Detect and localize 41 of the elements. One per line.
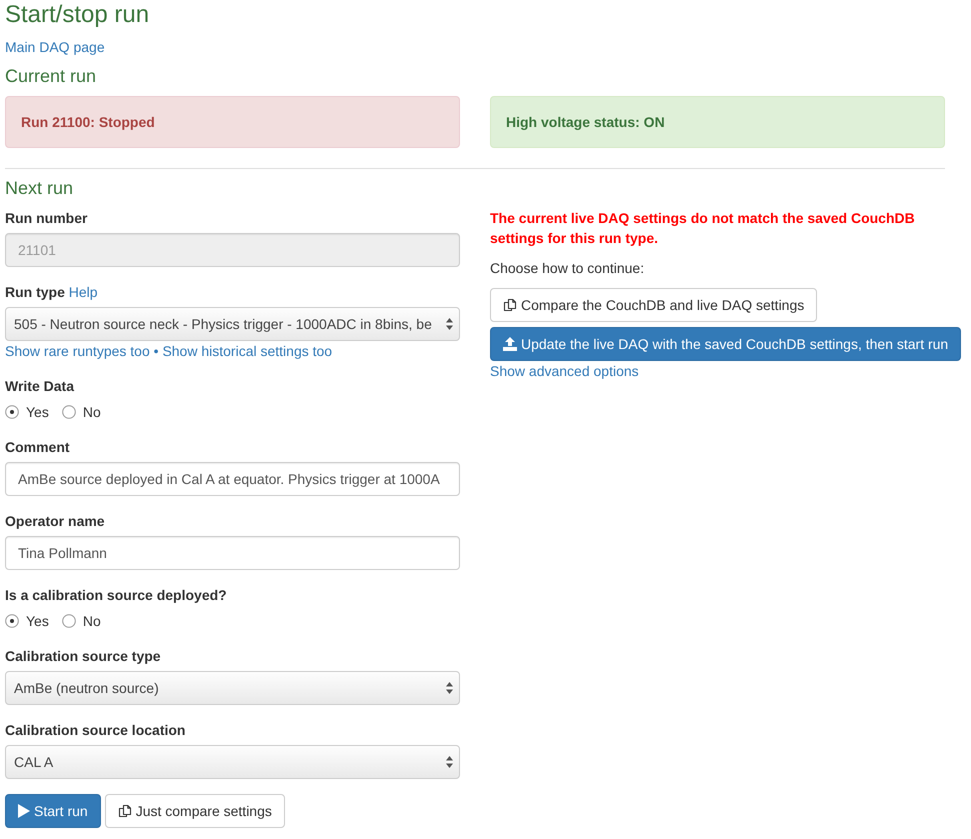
input-field[interactable]: AmBe source deployed in Cal A at equator. Physics trigger at 1000A xyxy=(5,462,460,496)
section-heading: Current run xyxy=(5,66,98,86)
option-link[interactable]: Show historical settings too xyxy=(162,343,332,359)
radio-option[interactable]: Yes xyxy=(5,611,49,631)
section-heading: Next run xyxy=(5,178,74,198)
field-label: Run number xyxy=(5,210,88,226)
play-icon xyxy=(18,804,30,818)
copy-icon xyxy=(503,298,517,312)
radio-option[interactable]: Yes xyxy=(5,402,49,422)
dropdown-select[interactable]: AmBe (neutron source) xyxy=(5,671,460,705)
help-link[interactable]: Help xyxy=(68,284,98,300)
link-separator: • xyxy=(154,343,159,359)
field-label: Run type xyxy=(5,284,65,300)
option-link[interactable]: Show rare runtypes too xyxy=(5,343,150,359)
input-field[interactable]: Tina Pollmann xyxy=(5,536,460,570)
updown-arrows-icon xyxy=(446,318,453,330)
field-label: Write Data xyxy=(5,378,74,394)
status-alert: High voltage status: ON xyxy=(490,96,945,148)
dropdown-select[interactable]: CAL A xyxy=(5,745,460,779)
dropdown-select[interactable]: 505 - Neutron source neck - Physics trigger - 1000ADC in 8bins, be xyxy=(5,307,460,341)
upload-icon xyxy=(503,337,517,351)
field-label: Is a calibration source deployed? xyxy=(5,587,227,603)
status-alert: Run 21100: Stopped xyxy=(5,96,460,148)
compare-settings-button[interactable]: Just compare settings xyxy=(104,794,285,828)
copy-icon xyxy=(118,804,132,818)
compare-settings-button[interactable]: Compare the CouchDB and live DAQ settings xyxy=(490,288,818,322)
updown-arrows-icon xyxy=(446,682,453,694)
field-label: Calibration source type xyxy=(5,648,161,664)
page-title: Start/stop run xyxy=(5,2,150,28)
radio-option[interactable]: No xyxy=(62,402,101,422)
field-label: Calibration source location xyxy=(5,722,186,738)
advanced-options-link[interactable]: Show advanced options xyxy=(490,363,639,379)
updown-arrows-icon xyxy=(446,756,453,768)
mismatch-warning: The current live DAQ settings do not match the saved CouchDB settings for this run type. xyxy=(490,209,916,248)
start-run-button[interactable]: Start run xyxy=(5,794,101,828)
prompt-text: Choose how to continue: xyxy=(490,259,646,278)
field-label: Comment xyxy=(5,439,70,455)
radio-option[interactable]: No xyxy=(62,611,101,631)
update-and-start-button[interactable]: Update the live DAQ with the saved CouchDB settings, then start run xyxy=(490,327,962,361)
field-label: Operator name xyxy=(5,513,105,529)
main-daq-link[interactable]: Main DAQ page xyxy=(5,39,105,55)
